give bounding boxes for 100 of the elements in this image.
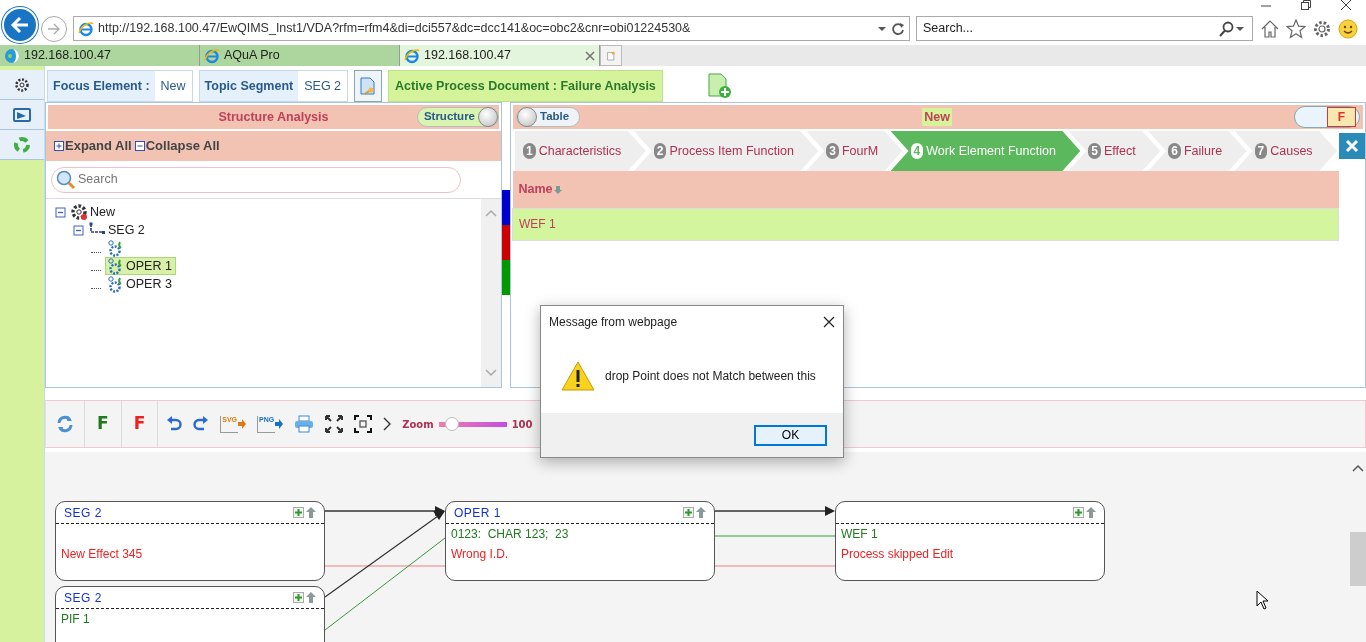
dropdown-caret-icon[interactable] <box>1234 25 1246 32</box>
browser-tab[interactable]: 192.168.100.47 <box>400 45 600 66</box>
ok-button[interactable]: OK <box>754 424 827 446</box>
zoom-slider-thumb[interactable] <box>445 416 460 431</box>
edit-document-button[interactable] <box>354 70 383 102</box>
step-tab[interactable]: 5 Effect <box>1068 131 1161 171</box>
failure-text: Wrong I.D. <box>451 547 509 561</box>
search-input[interactable]: Search <box>78 170 456 189</box>
zoom-label: Zoom <box>402 417 434 432</box>
restore-icon[interactable] <box>1300 0 1312 10</box>
node-title: SEG 2 <box>64 504 102 522</box>
step-tab[interactable]: 6 Failure <box>1148 131 1247 171</box>
function-filter-button[interactable]: F <box>85 411 121 437</box>
close-icon[interactable] <box>823 316 835 328</box>
collapse-icon <box>134 141 145 151</box>
search-input[interactable]: Search... <box>923 19 1218 38</box>
failure-filter-button[interactable]: F <box>121 411 158 437</box>
arrow-left-icon <box>10 15 30 34</box>
structure-toggle[interactable]: Structure <box>416 107 499 127</box>
collapse-icon[interactable] <box>55 206 66 218</box>
dropdown-caret-icon[interactable] <box>877 25 887 32</box>
tree-item[interactable]: New <box>68 203 119 221</box>
node-card[interactable]: OPER 1 0123: CHAR 123; 23 Wrong I.D. <box>445 501 715 581</box>
browser-tab[interactable]: AQuA Pro <box>200 45 400 66</box>
arrow-right-icon <box>47 22 61 35</box>
chevron-up-icon <box>485 209 497 217</box>
settings-icon <box>14 76 30 93</box>
add-icon[interactable] <box>1073 507 1084 518</box>
add-icon[interactable] <box>293 592 304 603</box>
back-button[interactable] <box>2 6 38 43</box>
focus-label: Focus Element : <box>48 71 155 101</box>
home-icon[interactable] <box>1260 18 1280 39</box>
browser-tab[interactable]: 192.168.100.47 <box>0 45 200 66</box>
dialog-title: Message from webpage <box>549 314 678 331</box>
column-header[interactable]: Name <box>518 181 553 196</box>
gear-icon <box>70 203 88 221</box>
collapse-all-button[interactable]: Collapse All <box>131 136 220 156</box>
app-logo-icon <box>4 47 20 64</box>
tree-item[interactable]: OPER 3 <box>105 275 176 293</box>
close-icon[interactable] <box>1340 0 1352 10</box>
node-title: OPER 1 <box>454 504 501 522</box>
recycle-icon <box>13 135 31 154</box>
tree-item[interactable]: SEG 2 <box>86 221 149 239</box>
new-tab-button[interactable] <box>600 45 622 66</box>
node-card[interactable]: SEG 2 New Effect 345 <box>55 501 325 581</box>
mouse-cursor-icon <box>1256 590 1269 610</box>
node-title: SEG 2 <box>64 589 102 607</box>
step-tab[interactable]: 1 Characteristics <box>515 131 646 171</box>
star-icon[interactable] <box>1286 18 1306 39</box>
topic-label: Topic Segment <box>199 71 299 101</box>
fit-view-icon <box>354 415 373 433</box>
close-button[interactable] <box>1339 133 1365 159</box>
arrow-right-icon <box>275 419 284 429</box>
panel-title: Structure Analysis <box>218 108 329 126</box>
step-number: 1 <box>523 143 536 159</box>
table-toggle[interactable]: Table <box>516 107 581 127</box>
arrow-up-icon[interactable] <box>306 592 316 603</box>
node-card[interactable]: WEF 1 Process skipped Edit <box>835 501 1105 581</box>
smiley-icon[interactable] <box>1338 18 1358 39</box>
document-key-icon <box>359 77 378 95</box>
search-icon[interactable] <box>1218 20 1234 37</box>
gears-icon <box>107 239 124 257</box>
failure-switch[interactable]: F <box>1294 106 1360 128</box>
node-card[interactable]: SEG 2 PIF 1 <box>55 586 325 642</box>
collapse-icon[interactable] <box>73 224 84 236</box>
presentation-button[interactable] <box>0 100 44 130</box>
tree-item[interactable]: OPER 1 <box>105 257 176 275</box>
warning-icon <box>561 360 595 391</box>
expand-all-button[interactable]: Expand All <box>54 136 132 156</box>
forward-button[interactable] <box>41 15 67 42</box>
refresh-icon[interactable] <box>891 21 905 36</box>
failure-text: New Effect 345 <box>61 547 143 561</box>
toggle-knob <box>517 107 537 127</box>
add-icon[interactable] <box>683 507 694 518</box>
scrollbar[interactable] <box>481 199 501 387</box>
settings-icon[interactable] <box>1312 18 1332 39</box>
arrow-up-icon[interactable] <box>696 507 706 518</box>
redo-icon <box>193 416 210 432</box>
add-document-icon <box>706 73 733 99</box>
function-text: WEF 1 <box>841 527 878 541</box>
recycle-button[interactable] <box>0 130 44 160</box>
add-icon[interactable] <box>293 507 304 518</box>
step-tab[interactable]: 3 FourM <box>806 131 903 171</box>
zoom-value: 100 <box>511 417 533 432</box>
search-field[interactable]: Search... <box>916 16 1253 41</box>
step-number: 2 <box>653 143 667 159</box>
address-bar[interactable]: http://192.168.100.47/EwQIMS_Inst1/VDA?rfm=rfm4&di=dci557&dc=dcc141&oc=obc2&cnr=obi01224530& <box>73 16 910 41</box>
step-number: 5 <box>1088 143 1102 159</box>
step-tab[interactable]: 7 Causes <box>1234 131 1338 171</box>
arrow-up-icon[interactable] <box>306 507 316 518</box>
settings-button[interactable] <box>0 70 44 100</box>
browser-logo-icon <box>404 47 420 64</box>
table-cell: WEF 1 <box>512 208 1339 240</box>
scrollbar-thumb[interactable] <box>1350 532 1366 586</box>
expand-icon <box>54 141 64 151</box>
undo-icon <box>166 416 183 432</box>
fullscreen-icon <box>325 415 344 433</box>
browser-logo-icon <box>204 47 220 64</box>
step-tab[interactable]: 2 Process Item Function <box>633 131 819 171</box>
arrow-up-icon[interactable] <box>1086 507 1096 518</box>
